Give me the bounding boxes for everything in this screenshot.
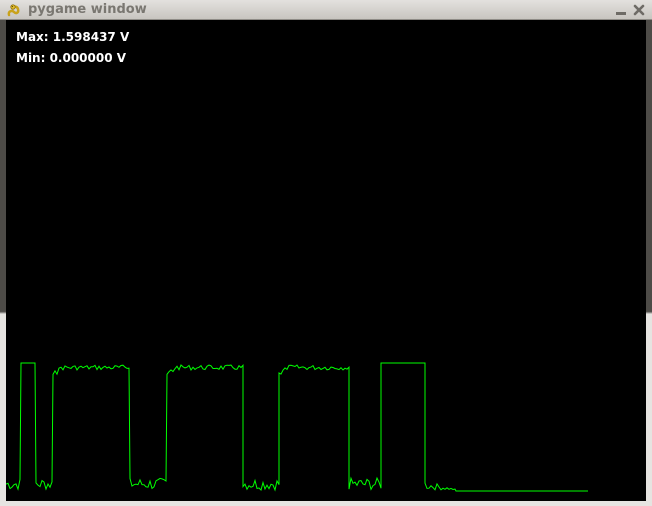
minimize-button[interactable] — [614, 3, 628, 17]
pygame-window: pygame window Max: 1.598437 V Min: 0.000… — [0, 0, 652, 506]
window-frame-right — [646, 20, 652, 506]
oscilloscope-canvas: Max: 1.598437 V Min: 0.000000 V — [6, 20, 646, 501]
window-frame-bottom — [0, 501, 652, 506]
signal-trace — [6, 362, 588, 492]
window-title: pygame window — [28, 2, 147, 17]
title-bar[interactable]: pygame window — [0, 0, 652, 20]
signal-trace-line — [6, 362, 588, 492]
close-button[interactable] — [632, 3, 646, 17]
pygame-snake-icon — [6, 2, 22, 18]
close-icon — [633, 4, 645, 16]
minimize-icon — [616, 12, 626, 15]
